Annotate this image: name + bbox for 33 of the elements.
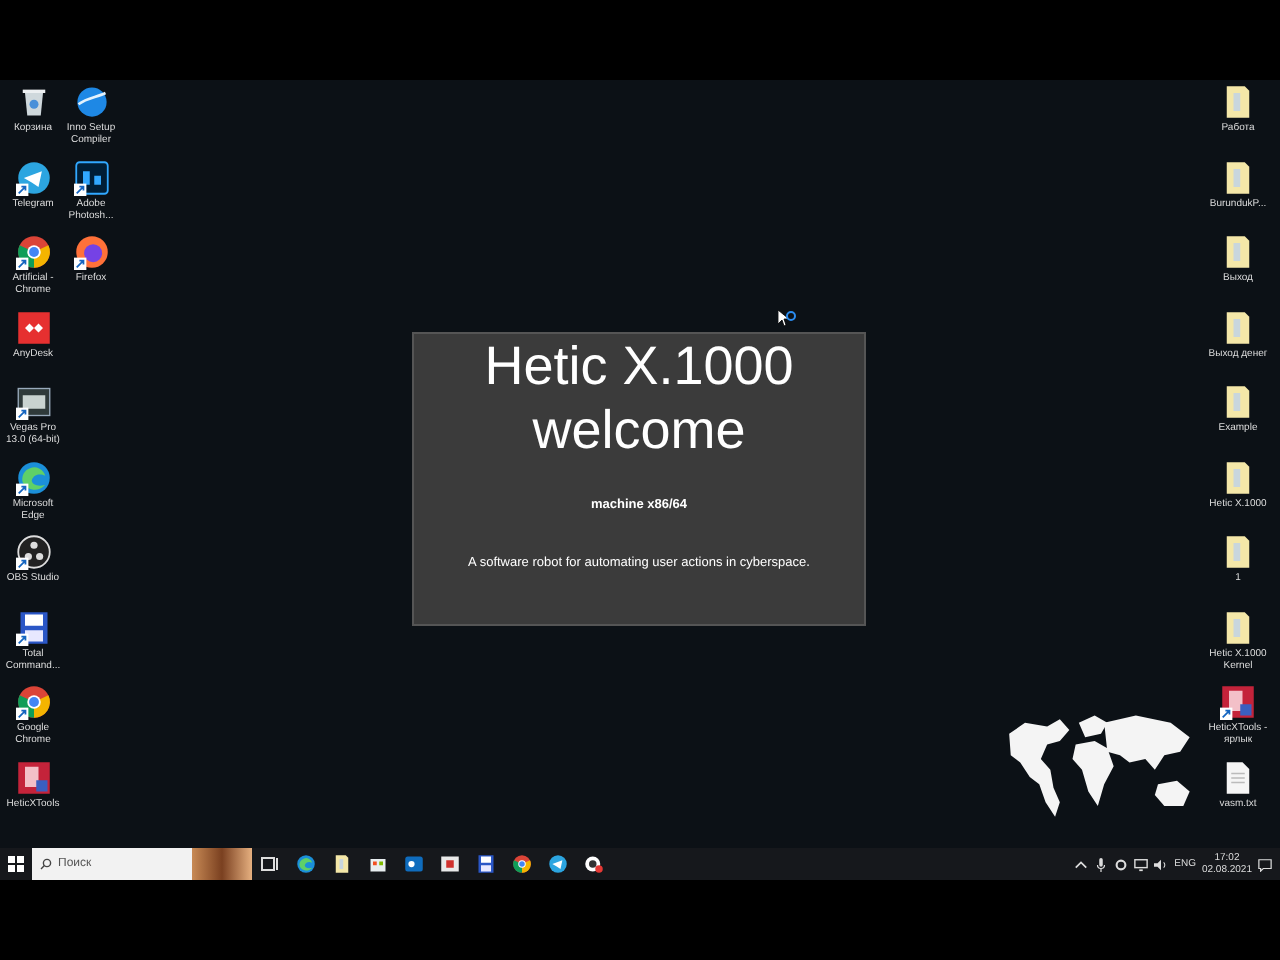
task-view-icon[interactable]	[260, 854, 280, 874]
paper-plane-icon[interactable]	[548, 854, 568, 874]
globe-icon[interactable]	[73, 84, 109, 120]
floppy-icon[interactable]	[476, 854, 496, 874]
microphone-icon[interactable]	[1094, 857, 1109, 871]
monitor-icon[interactable]	[1134, 857, 1149, 871]
film-icon[interactable]	[15, 384, 51, 420]
caret-icon[interactable]	[1074, 857, 1089, 871]
browser-icon[interactable]	[15, 684, 51, 720]
paper-plane-icon[interactable]	[15, 159, 51, 195]
busy-cursor-icon	[778, 310, 796, 328]
notification-icon[interactable]	[1258, 857, 1272, 871]
search-icon	[40, 858, 52, 870]
record-icon[interactable]	[584, 854, 604, 874]
browser-icon[interactable]	[15, 459, 51, 495]
app-icon[interactable]	[1220, 684, 1256, 720]
browser-icon[interactable]	[15, 234, 51, 270]
search-picture	[192, 848, 252, 880]
windows-start-icon[interactable]	[8, 856, 24, 872]
browser-icon[interactable]	[296, 854, 316, 874]
speaker-icon[interactable]	[1154, 857, 1169, 871]
mail-icon[interactable]	[404, 854, 424, 874]
image-app-icon[interactable]	[73, 159, 109, 195]
app-icon[interactable]	[15, 759, 51, 795]
splash-title: welcome	[532, 398, 746, 462]
splash-title: Hetic X.1000	[484, 334, 794, 398]
media-icon[interactable]	[440, 854, 460, 874]
store-icon[interactable]	[368, 854, 388, 874]
browser-icon[interactable]	[512, 854, 532, 874]
record-circle-icon[interactable]	[15, 534, 51, 570]
folder-icon[interactable]	[332, 854, 352, 874]
floppy-icon[interactable]	[15, 609, 51, 645]
browser-icon[interactable]	[73, 234, 109, 270]
